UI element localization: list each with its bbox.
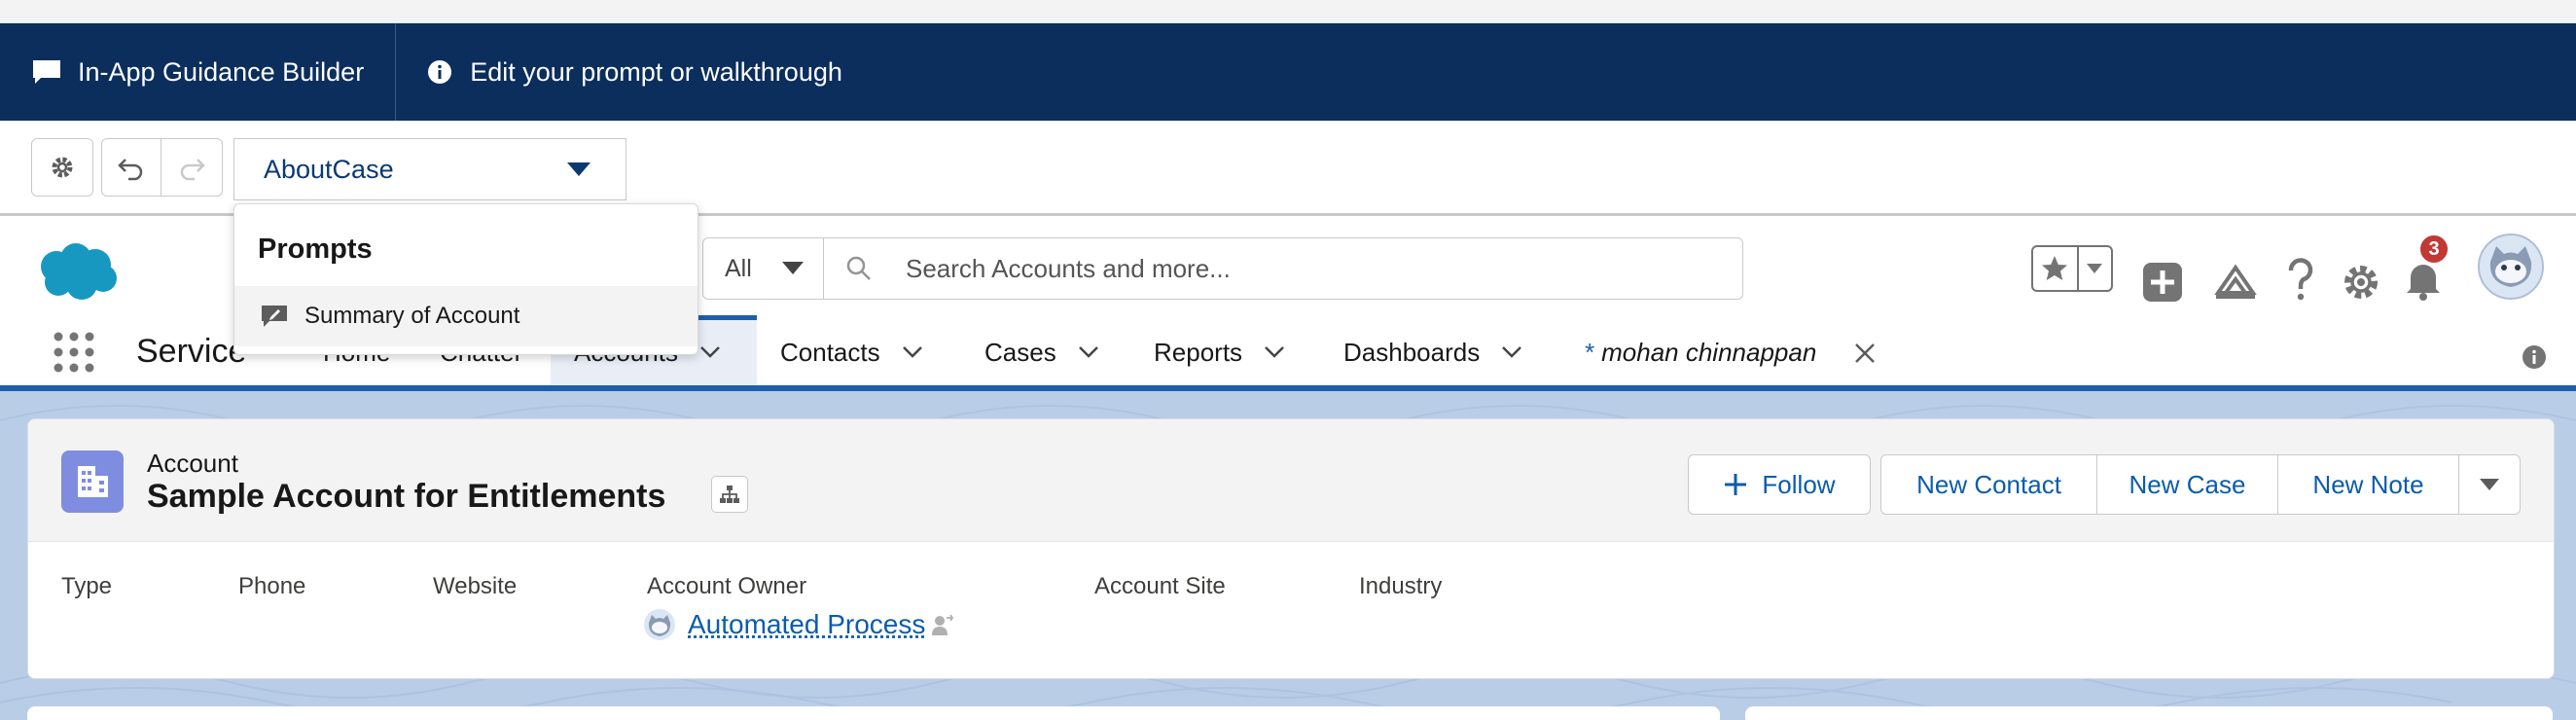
builder-help-text: Edit your prompt or walkthrough xyxy=(470,56,842,87)
caret-down-icon xyxy=(2087,264,2103,273)
browser-top-strip xyxy=(0,0,2576,23)
trailhead-guidance-icon[interactable] xyxy=(2214,247,2257,317)
prompt-dropdown: Prompts Summary of Account xyxy=(233,203,698,355)
close-icon[interactable] xyxy=(1854,342,1876,364)
chevron-down-icon[interactable] xyxy=(1501,345,1522,359)
change-owner-icon[interactable] xyxy=(929,612,954,637)
record-action-group: New Contact New Case New Note xyxy=(1880,454,2521,515)
favorites-menu-button[interactable] xyxy=(2079,247,2111,290)
builder-title: In-App Guidance Builder xyxy=(0,23,397,121)
caret-down-icon xyxy=(782,262,804,274)
new-contact-label: New Contact xyxy=(1916,469,2061,499)
nav-item-label: Dashboards xyxy=(1343,337,1481,367)
nav-item-label: Reports xyxy=(1154,337,1243,367)
info-icon[interactable] xyxy=(2522,344,2547,370)
field-label-account-owner: Account Owner xyxy=(647,573,807,599)
app-launcher-icon[interactable] xyxy=(53,331,95,374)
record-header: Account Sample Account for Entitlements … xyxy=(28,419,2554,542)
notification-count-badge: 3 xyxy=(2418,234,2450,265)
owner-name[interactable]: Automated Process xyxy=(688,609,925,640)
chevron-down-icon[interactable] xyxy=(1078,345,1099,359)
star-icon xyxy=(2042,256,2068,280)
dropdown-item-label: Summary of Account xyxy=(304,303,520,329)
favorites-button[interactable] xyxy=(2033,247,2079,290)
info-icon xyxy=(428,60,452,84)
help-icon[interactable] xyxy=(2286,245,2315,315)
nav-item-label: Contacts xyxy=(780,337,880,367)
search-input[interactable]: Search Accounts and more... xyxy=(824,238,1742,299)
caret-down-icon xyxy=(2480,479,2499,490)
chevron-down-icon[interactable] xyxy=(902,345,923,359)
nav-item-label: Cases xyxy=(984,337,1056,367)
undo-button[interactable] xyxy=(101,138,161,197)
record-title: Sample Account for Entitlements xyxy=(147,478,666,515)
follow-label: Follow xyxy=(1762,469,1836,499)
hierarchy-icon xyxy=(720,486,739,503)
new-contact-button[interactable]: New Contact xyxy=(1881,455,2097,514)
chevron-down-icon[interactable] xyxy=(1264,345,1285,359)
settings-button[interactable] xyxy=(31,138,93,197)
new-case-button[interactable]: New Case xyxy=(2097,455,2278,514)
view-hierarchy-button[interactable] xyxy=(711,476,748,513)
builder-toolbar: AboutCase xyxy=(0,121,2576,216)
undo-icon xyxy=(118,159,143,181)
new-note-label: New Note xyxy=(2312,469,2424,499)
prompt-select-value: AboutCase xyxy=(264,154,394,184)
builder-title-label: In-App Guidance Builder xyxy=(78,56,365,87)
search-placeholder: Search Accounts and more... xyxy=(906,253,1231,283)
field-label-type: Type xyxy=(61,573,113,599)
nav-item-reports[interactable]: Reports xyxy=(1154,315,1285,389)
owner-avatar xyxy=(644,609,675,640)
nav-item-dashboards[interactable]: Dashboards xyxy=(1343,315,1522,389)
builder-help: Edit your prompt or walkthrough xyxy=(396,57,874,88)
field-label-account-site: Account Site xyxy=(1094,573,1226,599)
guidance-builder-bar: In-App Guidance Builder Edit your prompt… xyxy=(0,23,2576,121)
field-label-phone: Phone xyxy=(238,573,306,599)
setup-gear-icon[interactable] xyxy=(2341,247,2381,317)
unsaved-marker: * xyxy=(1584,337,1594,367)
prompt-select[interactable]: AboutCase xyxy=(233,138,626,200)
object-type-label: Account xyxy=(147,449,238,478)
field-label-website: Website xyxy=(433,573,518,599)
dropdown-item-summary-of-account[interactable]: Summary of Account xyxy=(234,286,698,346)
redo-button[interactable] xyxy=(161,138,223,197)
redo-icon xyxy=(180,159,205,181)
record-highlights-panel: Account Sample Account for Entitlements … xyxy=(27,418,2555,679)
chat-bubble-icon xyxy=(33,60,60,84)
account-object-icon xyxy=(61,450,124,513)
nav-tab-open-record[interactable]: * mohan chinnappan xyxy=(1584,315,1816,389)
caret-down-icon xyxy=(567,162,590,176)
user-avatar[interactable] xyxy=(2477,232,2545,302)
global-search: All Search Accounts and more... xyxy=(702,237,1743,300)
building-icon xyxy=(78,466,108,497)
field-label-industry: Industry xyxy=(1359,573,1443,599)
new-note-button[interactable]: New Note xyxy=(2278,455,2459,514)
more-actions-button[interactable] xyxy=(2459,455,2520,514)
chevron-down-icon[interactable] xyxy=(699,345,721,359)
salesforce-cloud-logo xyxy=(41,243,117,300)
side-card xyxy=(1745,706,2553,720)
open-tab-label: mohan chinnappan xyxy=(1601,337,1817,367)
dropdown-section-heading: Prompts xyxy=(258,234,373,265)
search-scope-select[interactable]: All xyxy=(703,238,824,299)
nav-item-contacts[interactable]: Contacts xyxy=(780,315,923,389)
account-owner-link[interactable]: Automated Process xyxy=(643,608,954,641)
favorites-group xyxy=(2031,245,2113,292)
gear-icon xyxy=(52,157,73,178)
follow-button[interactable]: Follow xyxy=(1688,454,1871,515)
global-create-icon[interactable] xyxy=(2142,247,2183,317)
plus-icon xyxy=(1725,474,1747,495)
detail-card xyxy=(27,706,1720,720)
search-icon xyxy=(846,256,871,280)
search-scope-label: All xyxy=(725,254,752,282)
nav-item-cases[interactable]: Cases xyxy=(984,315,1099,389)
prompt-edit-icon xyxy=(262,306,287,327)
new-case-label: New Case xyxy=(2129,469,2246,499)
app-name: Service xyxy=(136,333,247,370)
